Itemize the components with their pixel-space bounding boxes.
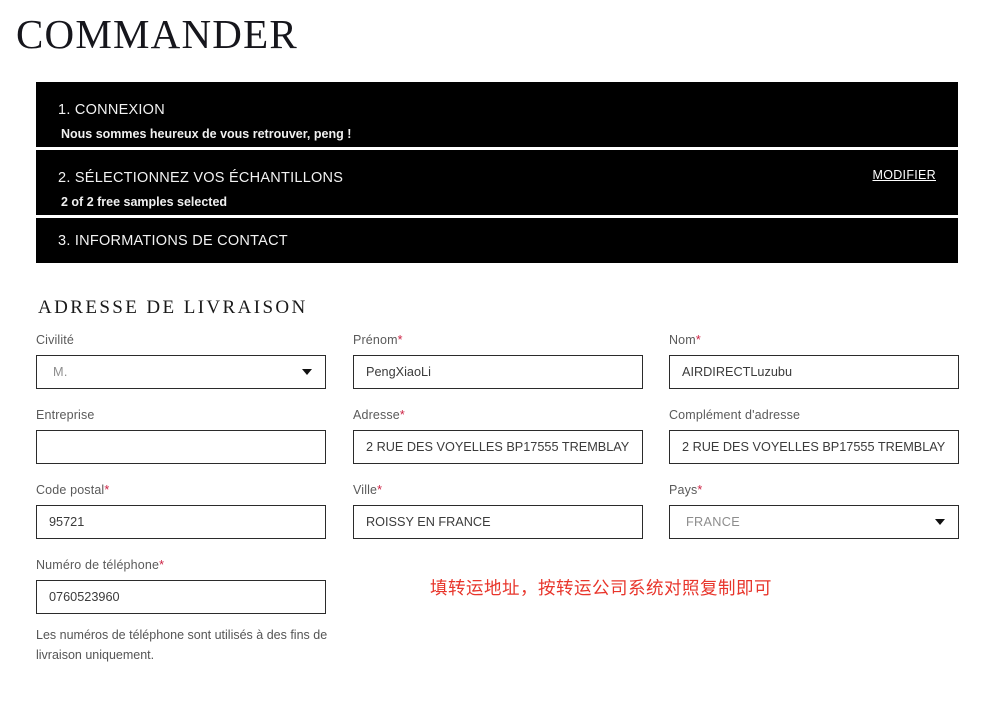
lastname-input[interactable] bbox=[669, 355, 959, 389]
field-country: Pays* FRANCE bbox=[669, 482, 959, 539]
field-phone-label: Numéro de téléphone* bbox=[36, 557, 326, 573]
field-company: Entreprise bbox=[36, 407, 326, 464]
step-connexion-title: 1. CONNEXION bbox=[58, 102, 165, 118]
step-connexion[interactable]: 1. CONNEXION Nous sommes heureux de vous… bbox=[36, 82, 958, 147]
country-select-value[interactable]: FRANCE bbox=[669, 505, 959, 539]
field-lastname-label-text: Nom bbox=[669, 333, 696, 347]
country-select[interactable]: FRANCE bbox=[669, 505, 959, 539]
required-asterisk: * bbox=[397, 333, 403, 347]
step-samples-subtitle: 2 of 2 free samples selected bbox=[61, 195, 228, 209]
civility-select-value[interactable]: M. bbox=[36, 355, 326, 389]
field-address: Adresse* bbox=[353, 407, 643, 464]
field-city-label-text: Ville bbox=[353, 483, 378, 497]
field-postcode-label-text: Code postal bbox=[36, 483, 105, 497]
phone-help-text: Les numéros de téléphone sont utilisés à… bbox=[36, 628, 328, 662]
civility-select[interactable]: M. bbox=[36, 355, 326, 389]
step-samples[interactable]: 2. SÉLECTIONNEZ VOS ÉCHANTILLONS 2 of 2 … bbox=[36, 150, 958, 215]
required-asterisk: * bbox=[377, 483, 383, 497]
field-postcode: Code postal* bbox=[36, 482, 326, 539]
field-firstname-label-text: Prénom bbox=[353, 333, 398, 347]
city-input[interactable] bbox=[353, 505, 643, 539]
required-asterisk: * bbox=[159, 558, 165, 572]
field-firstname: Prénom* bbox=[353, 332, 643, 389]
company-input[interactable] bbox=[36, 430, 326, 464]
field-address-label-text: Adresse bbox=[353, 408, 400, 422]
field-phone: Numéro de téléphone* bbox=[36, 557, 326, 614]
field-country-label-text: Pays bbox=[669, 483, 698, 497]
field-address-label: Adresse* bbox=[353, 407, 643, 423]
firstname-input[interactable] bbox=[353, 355, 643, 389]
field-lastname: Nom* bbox=[669, 332, 959, 389]
page-title: COMMANDER bbox=[16, 11, 298, 57]
required-asterisk: * bbox=[104, 483, 110, 497]
step-samples-title: 2. SÉLECTIONNEZ VOS ÉCHANTILLONS bbox=[58, 170, 344, 186]
field-civility-label: Civilité bbox=[36, 333, 75, 347]
checkout-page: COMMANDER 1. CONNEXION Nous sommes heure… bbox=[0, 0, 994, 704]
field-country-label: Pays* bbox=[669, 482, 959, 498]
field-company-label: Entreprise bbox=[36, 408, 95, 422]
step-contact-info-title: 3. INFORMATIONS DE CONTACT bbox=[58, 233, 288, 249]
required-asterisk: * bbox=[695, 333, 701, 347]
address-input[interactable] bbox=[353, 430, 643, 464]
field-address2: Complément d'adresse bbox=[669, 407, 959, 464]
modify-samples-link[interactable]: MODIFIER bbox=[872, 168, 936, 182]
address2-input[interactable] bbox=[669, 430, 959, 464]
field-civility: Civilité M. bbox=[36, 332, 326, 389]
field-city: Ville* bbox=[353, 482, 643, 539]
field-phone-label-text: Numéro de téléphone bbox=[36, 558, 160, 572]
checkout-steps: 1. CONNEXION Nous sommes heureux de vous… bbox=[36, 82, 958, 263]
field-firstname-label: Prénom* bbox=[353, 332, 643, 348]
shipping-address-heading: ADRESSE DE LIVRAISON bbox=[38, 297, 308, 318]
phone-input[interactable] bbox=[36, 580, 326, 614]
field-city-label: Ville* bbox=[353, 482, 643, 498]
step-connexion-subtitle: Nous sommes heureux de vous retrouver, p… bbox=[61, 127, 352, 141]
step-contact-info[interactable]: 3. INFORMATIONS DE CONTACT bbox=[36, 218, 958, 263]
postcode-input[interactable] bbox=[36, 505, 326, 539]
red-annotation-note: 填转运地址，按转运公司系统对照复制即可 bbox=[430, 579, 772, 599]
field-postcode-label: Code postal* bbox=[36, 482, 326, 498]
field-lastname-label: Nom* bbox=[669, 332, 959, 348]
required-asterisk: * bbox=[697, 483, 703, 497]
field-address2-label: Complément d'adresse bbox=[669, 408, 801, 422]
required-asterisk: * bbox=[399, 408, 405, 422]
